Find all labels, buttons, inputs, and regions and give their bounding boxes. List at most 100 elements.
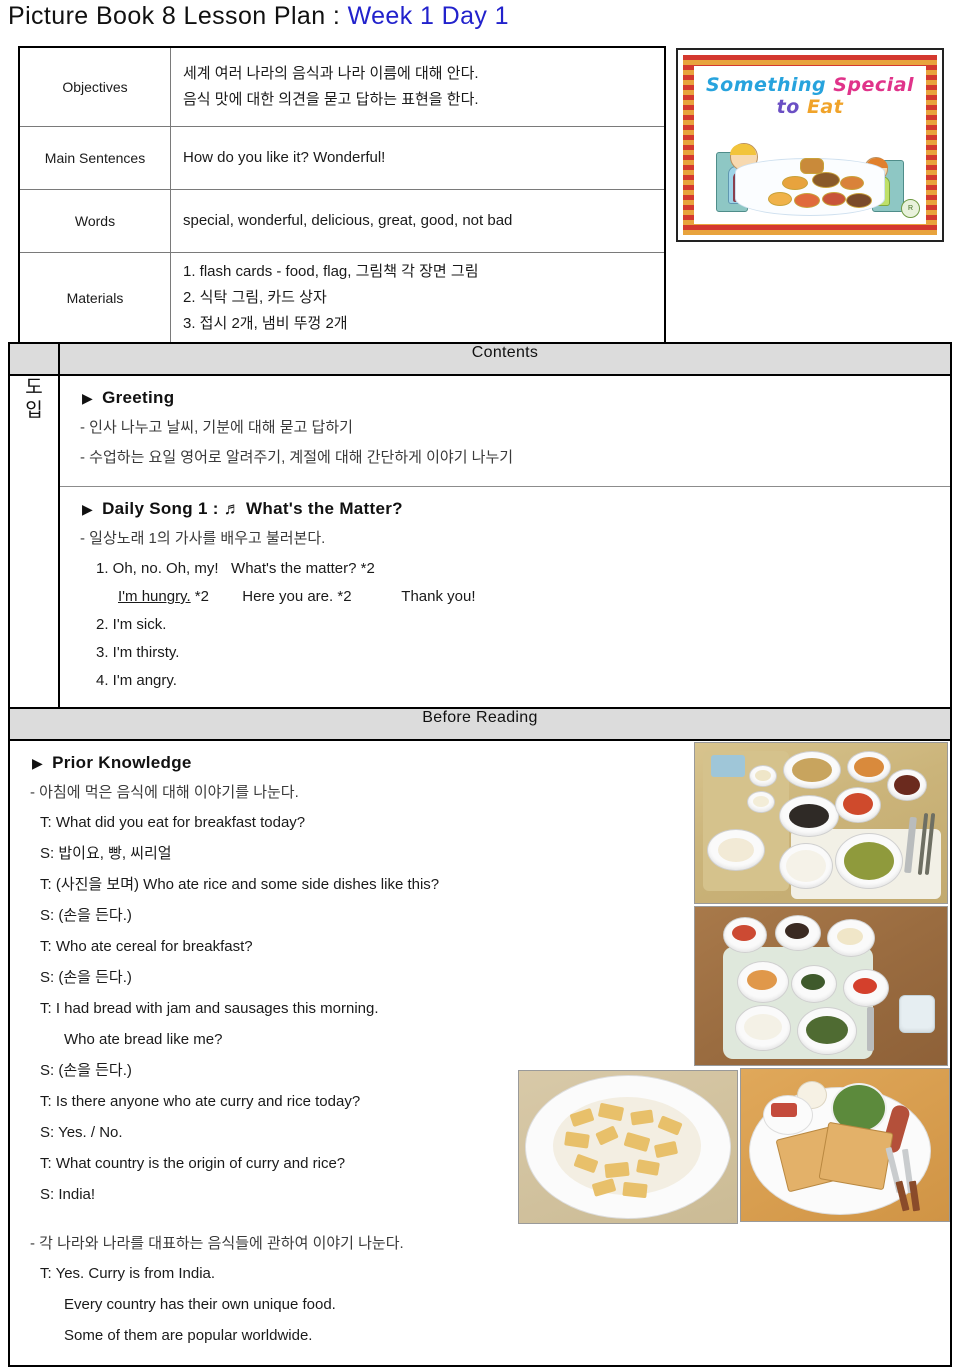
napkin <box>711 755 745 777</box>
dish-bowl <box>747 791 775 813</box>
greeting-heading-text: Greeting <box>102 388 175 407</box>
dialogue-line: Every country has their own unique food. <box>64 1296 336 1313</box>
dish-bowl <box>835 787 881 823</box>
food-item <box>801 974 825 990</box>
table-row: Materials 1. flash cards - food, flag, 그… <box>18 252 666 345</box>
page-title: Picture Book 8 Lesson Plan : Week 1 Day … <box>8 2 509 31</box>
food-item <box>789 804 829 828</box>
cover-word-special: Special <box>833 74 915 96</box>
greeting-section: ▶ Greeting - 인사 나누고 날씨, 기분에 대해 묻고 답하기 - 수… <box>60 376 950 486</box>
daily-song-note: - 일상노래 1의 가사를 배우고 불러본다. <box>80 530 326 547</box>
cover-scene-illustration <box>694 110 926 218</box>
rice <box>744 1014 782 1040</box>
info-value-words: special, wonderful, delicious, great, go… <box>170 189 666 253</box>
corn-flake <box>622 1181 648 1199</box>
food-item <box>753 796 769 807</box>
prior-knowledge-heading-text: Prior Knowledge <box>52 753 192 772</box>
band-side-spacer <box>8 342 60 376</box>
daily-song-section: ▶ Daily Song 1 : ♬ What's the Matter? - 일… <box>60 486 950 707</box>
food-dish <box>768 192 792 206</box>
photo-cereal-bowl <box>518 1070 738 1224</box>
materials-line-2: 2. 식탁 그림, 카드 상자 <box>183 289 327 306</box>
food-dish <box>782 176 808 190</box>
rice-bowl <box>779 843 833 889</box>
ham-slice <box>771 1103 797 1117</box>
lesson-plan-page: Picture Book 8 Lesson Plan : Week 1 Day … <box>0 0 960 1367</box>
lesson-info-table: Objectives 세계 여러 나라의 음식과 나라 이름에 대해 안다. 음… <box>18 46 666 345</box>
food-item <box>894 775 920 795</box>
food-item <box>843 793 873 815</box>
dialogue-line-faded: Some of them are popular worldwide. <box>64 1324 950 1348</box>
food-dish <box>812 172 840 188</box>
side-dish-bowl <box>791 965 837 1003</box>
photo-korean-breakfast-tray-2 <box>694 906 948 1066</box>
dish-bowl <box>749 765 777 787</box>
info-value-materials: 1. flash cards - food, flag, 그림책 각 장면 그림… <box>170 252 666 345</box>
info-label-words: Words <box>18 189 171 253</box>
intro-stage-content: ▶ Greeting - 인사 나누고 날씨, 기분에 대해 묻고 답하기 - 수… <box>58 375 952 709</box>
rice <box>786 850 826 882</box>
food-dish <box>822 192 846 206</box>
soup <box>844 842 894 880</box>
info-value-objectives: 세계 여러 나라의 음식과 나라 이름에 대해 안다. 음식 맛에 대한 의견을… <box>170 46 666 127</box>
food-item <box>732 925 756 941</box>
dish-bowl <box>847 751 891 783</box>
adult-hair <box>730 144 756 155</box>
greeting-heading: ▶ Greeting <box>82 388 950 408</box>
objectives-line-2: 음식 맛에 대한 의견을 묻고 답하는 표현을 한다. <box>183 91 479 108</box>
dialogue-line: T: Yes. Curry is from India. <box>40 1265 216 1282</box>
photo-western-breakfast <box>740 1068 950 1222</box>
spoon <box>867 1007 874 1051</box>
food-item <box>718 838 754 862</box>
food-item <box>853 978 877 994</box>
cover-word-something: Something <box>705 74 827 96</box>
side-dish-bowl <box>827 919 875 957</box>
before-reading-band-row: Before Reading <box>8 707 952 741</box>
info-label-main-sentences: Main Sentences <box>18 126 171 190</box>
song-chorus-line: I'm hungry. *2 Here you are. *2 Thank yo… <box>118 585 950 609</box>
info-value-main-sentences: How do you like it? Wonderful! <box>170 126 666 190</box>
food-dish <box>846 193 872 208</box>
greeting-note-1: - 인사 나누고 날씨, 기분에 대해 묻고 답하기 <box>80 419 353 436</box>
main-sentences-line-1: How do you like it? Wonderful! <box>183 149 386 166</box>
food-item <box>755 770 771 781</box>
food-basket <box>800 158 824 174</box>
soup-bowl <box>797 1007 857 1055</box>
contents-band-label: Contents <box>58 342 952 376</box>
stage-label-dopip: 도 입 <box>8 375 60 709</box>
daily-song-heading-text: Daily Song 1 : ♬ What's the Matter? <box>102 499 403 518</box>
toast-slice <box>818 1121 894 1191</box>
food-dish <box>840 176 864 190</box>
food-item <box>837 928 863 945</box>
song-line-3: 3. I'm thirsty. <box>96 644 180 661</box>
side-dish-bowl <box>843 969 889 1007</box>
triangle-bullet-icon: ▶ <box>32 755 44 771</box>
song-line-2: 2. I'm sick. <box>96 616 167 633</box>
food-item <box>792 758 832 782</box>
song-line-1: 1. Oh, no. Oh, my! What's the matter? *2 <box>96 560 375 577</box>
rice-bowl <box>735 1005 791 1051</box>
intro-stage-row: 도 입 ▶ Greeting - 인사 나누고 날씨, 기분에 대해 묻고 답하기… <box>8 375 952 709</box>
daily-song-heading: ▶ Daily Song 1 : ♬ What's the Matter? <box>82 499 950 519</box>
soup-bowl <box>835 833 903 889</box>
before-reading-band-label: Before Reading <box>8 707 952 741</box>
book-cover-border: Something Special to Eat R <box>683 55 937 235</box>
page-title-week: Week 1 Day 1 <box>347 2 509 30</box>
song-line-4: 4. I'm angry. <box>96 672 177 689</box>
book-cover-art: Something Special to Eat R <box>694 66 926 224</box>
materials-line-1: 1. flash cards - food, flag, 그림책 각 장면 그림 <box>183 263 479 280</box>
stage-label-text: 도 입 <box>25 376 42 422</box>
stage-label-char-2: 입 <box>25 400 43 421</box>
triangle-bullet-icon: ▶ <box>82 501 94 517</box>
page-title-main: Picture Book 8 Lesson Plan : <box>8 2 348 30</box>
greeting-note-2: - 수업하는 요일 영어로 알려주기, 계절에 대해 간단하게 이야기 나누기 <box>80 449 514 466</box>
side-dish-bowl <box>723 917 767 953</box>
photo-korean-breakfast-tray-1 <box>694 742 948 904</box>
food-item <box>747 970 777 990</box>
book-cover-image: Something Special to Eat R <box>676 48 944 242</box>
food-item <box>785 923 809 939</box>
info-label-objectives: Objectives <box>18 46 171 127</box>
song-chorus-rest: *2 Here you are. *2 Thank you! <box>190 588 476 605</box>
publisher-badge: R <box>901 199 920 218</box>
side-dish-bowl <box>737 961 789 1003</box>
